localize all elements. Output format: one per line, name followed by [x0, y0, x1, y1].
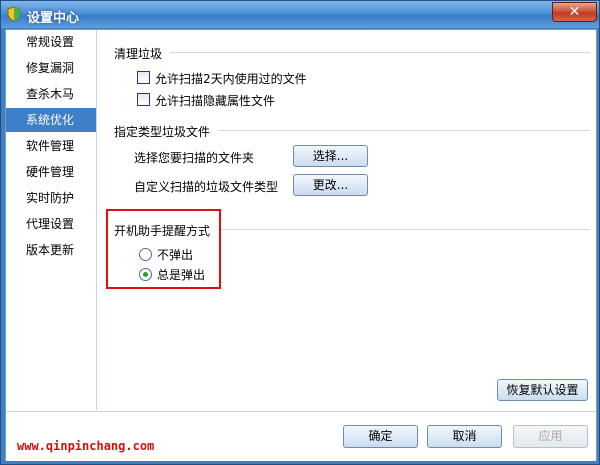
apply-button: 应用 [513, 425, 588, 448]
sidebar-item-general[interactable]: 常规设置 [6, 30, 96, 54]
scan-hidden-files-label: 允许扫描隐藏属性文件 [155, 94, 276, 108]
cleanup-group-title: 清理垃圾 [114, 47, 163, 61]
choose-folder-button[interactable]: 选择... [293, 145, 368, 167]
choose-folder-label: 选择您要扫描的文件夹 [134, 151, 255, 165]
cancel-button[interactable]: 取消 [427, 425, 502, 448]
title-bar[interactable]: 设置中心 ✕ [1, 1, 599, 28]
sidebar-item-system-optimization[interactable]: 系统优化 [6, 108, 96, 132]
highlight-box [106, 209, 221, 289]
scan-recent-files-checkbox[interactable] [137, 71, 150, 84]
shield-icon [7, 6, 21, 22]
close-button[interactable]: ✕ [552, 2, 597, 22]
sidebar-item-software-management[interactable]: 软件管理 [6, 134, 96, 158]
settings-window: 设置中心 ✕ 常规设置 修复漏洞 查杀木马 系统优化 软件管理 硬件管理 实时防… [0, 0, 600, 465]
group-divider [218, 229, 590, 230]
typed-junk-group-title: 指定类型垃圾文件 [114, 125, 211, 139]
sidebar: 常规设置 修复漏洞 查杀木马 系统优化 软件管理 硬件管理 实时防护 代理设置 … [6, 30, 97, 410]
sidebar-item-realtime-protection[interactable]: 实时防护 [6, 186, 96, 210]
custom-types-label: 自定义扫描的垃圾文件类型 [134, 180, 279, 194]
change-types-button[interactable]: 更改... [293, 174, 368, 196]
watermark: www.qinpinchang.com [17, 439, 155, 453]
window-title: 设置中心 [27, 11, 80, 26]
sidebar-item-hardware-management[interactable]: 硬件管理 [6, 160, 96, 184]
scan-recent-files-label: 允许扫描2天内使用过的文件 [155, 72, 307, 86]
sidebar-item-fix-vulnerabilities[interactable]: 修复漏洞 [6, 56, 96, 80]
restore-defaults-button[interactable]: 恢复默认设置 [497, 379, 588, 401]
ok-button[interactable]: 确定 [343, 425, 418, 448]
sidebar-item-trojan-scan[interactable]: 查杀木马 [6, 82, 96, 106]
close-icon: ✕ [568, 4, 581, 20]
group-divider [218, 130, 590, 131]
dialog-footer: 确定 取消 应用 [6, 411, 596, 461]
sidebar-item-proxy-settings[interactable]: 代理设置 [6, 212, 96, 236]
group-divider [170, 52, 590, 53]
client-area: 常规设置 修复漏洞 查杀木马 系统优化 软件管理 硬件管理 实时防护 代理设置 … [5, 29, 597, 461]
sidebar-item-version-update[interactable]: 版本更新 [6, 238, 96, 262]
scan-hidden-files-checkbox[interactable] [137, 93, 150, 106]
